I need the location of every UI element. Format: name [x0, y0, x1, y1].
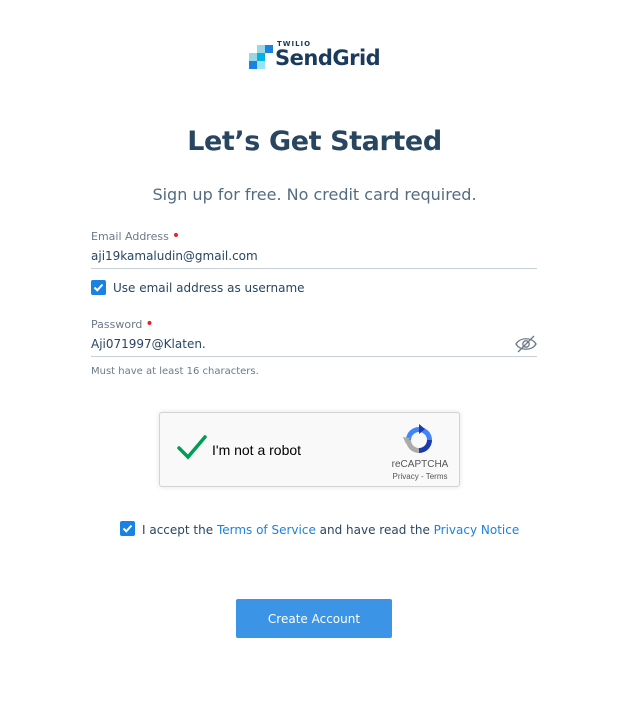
- recaptcha-link-separator: -: [418, 472, 426, 481]
- email-label: Email Address •: [91, 228, 181, 244]
- checkmark-icon: [122, 524, 133, 533]
- sendgrid-logo: TWILIO SendGrid: [249, 40, 384, 72]
- privacy-notice-link[interactable]: Privacy Notice: [434, 523, 520, 537]
- create-account-button[interactable]: Create Account: [236, 599, 392, 638]
- logo-wordmark: SendGrid: [275, 46, 381, 70]
- page-title: Let’s Get Started: [187, 126, 442, 157]
- use-email-as-username-checkbox[interactable]: [91, 280, 106, 295]
- recaptcha-terms-link[interactable]: Terms: [426, 472, 448, 481]
- accept-terms-checkbox[interactable]: [120, 521, 135, 536]
- email-field[interactable]: [91, 249, 511, 263]
- signup-page: TWILIO SendGrid Let’s Get Started Sign u…: [0, 0, 641, 702]
- recaptcha-logo-icon: [403, 424, 432, 453]
- page-subtitle: Sign up for free. No credit card require…: [152, 185, 477, 204]
- password-label: Password •: [91, 316, 154, 332]
- recaptcha-brand: reCAPTCHA: [391, 459, 449, 470]
- required-marker: •: [171, 228, 181, 244]
- terms-of-service-link[interactable]: Terms of Service: [217, 523, 316, 537]
- sendgrid-logo-icon: [249, 45, 273, 69]
- password-underline: [91, 356, 537, 357]
- password-label-text: Password: [91, 318, 143, 331]
- recaptcha-label: I'm not a robot: [212, 442, 302, 458]
- required-marker: •: [145, 316, 154, 332]
- eye-slash-icon[interactable]: [514, 334, 538, 354]
- accept-terms-label: I accept the Terms of Service and have r…: [142, 523, 519, 537]
- password-field[interactable]: [91, 337, 491, 351]
- password-hint: Must have at least 16 characters.: [91, 366, 259, 377]
- recaptcha-links: Privacy - Terms: [382, 472, 458, 481]
- green-checkmark-icon: [177, 435, 207, 460]
- use-email-as-username-label[interactable]: Use email address as username: [113, 281, 305, 295]
- terms-middle: and have read the: [315, 523, 434, 537]
- checkmark-icon: [93, 283, 104, 292]
- recaptcha-privacy-link[interactable]: Privacy: [393, 472, 419, 481]
- recaptcha-checkbox[interactable]: [175, 431, 209, 465]
- terms-prefix: I accept the: [142, 523, 217, 537]
- recaptcha-widget: I'm not a robot reCAPTCHA Privacy - Term…: [159, 412, 460, 487]
- email-label-text: Email Address: [91, 230, 169, 243]
- email-underline: [91, 268, 537, 269]
